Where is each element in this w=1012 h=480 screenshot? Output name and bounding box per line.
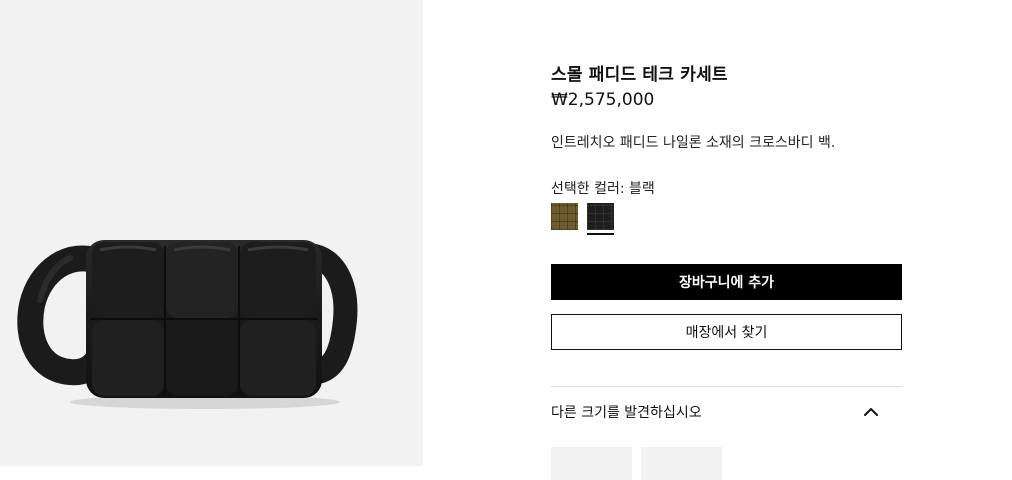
color-swatches [551,203,651,235]
bag-illustration [17,240,358,409]
chevron-up-icon [864,408,878,416]
selected-color-value: 블랙 [629,181,655,197]
find-in-store-button[interactable]: 매장에서 찾기 [551,314,902,350]
size-option-thumbnail[interactable] [641,447,722,480]
size-option-thumbnail[interactable] [551,447,632,480]
product-page: 스몰 패디드 테크 카세트 ₩2,575,000 인트레치오 패디드 나일론 소… [0,0,1012,480]
product-image[interactable] [0,0,423,466]
other-sizes-label: 다른 크기를 발견하십시오 [551,405,702,421]
color-swatch-khaki[interactable] [551,203,578,230]
add-to-cart-button[interactable]: 장바구니에 추가 [551,264,902,300]
divider [551,386,902,387]
product-description: 인트레치오 패디드 나일론 소재의 크로스바디 백. [551,135,836,151]
product-price: ₩2,575,000 [551,90,655,110]
selected-swatch-indicator [587,233,614,235]
other-sizes-toggle[interactable]: 다른 크기를 발견하십시오 [551,396,902,428]
selected-color: 선택한 컬러: 블랙 [551,178,655,198]
color-swatch-black[interactable] [587,203,614,230]
product-name: 스몰 패디드 테크 카세트 [551,65,728,85]
selected-color-label: 선택한 컬러: [551,181,625,197]
